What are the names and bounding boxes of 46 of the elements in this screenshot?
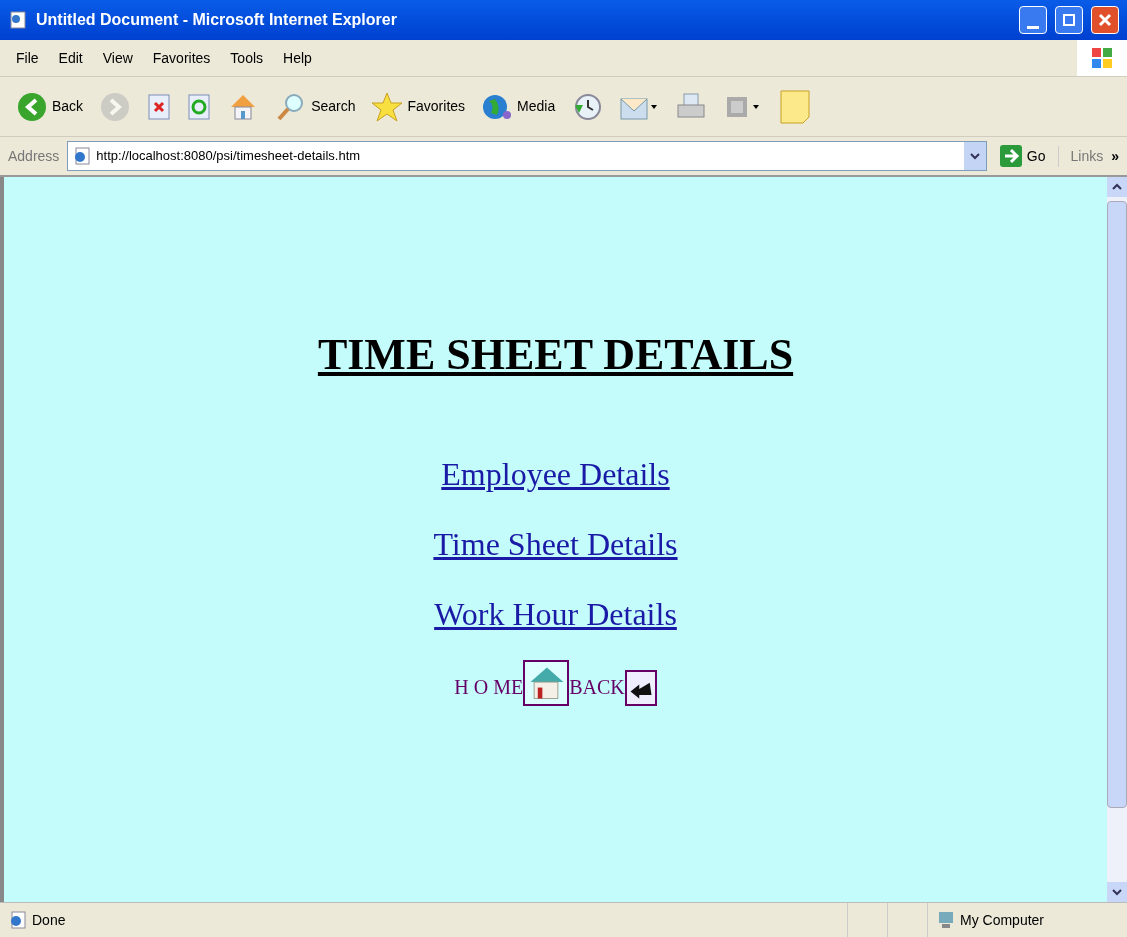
scroll-thumb[interactable] [1107, 201, 1127, 808]
house-icon [523, 660, 570, 706]
arrow-right-icon [998, 144, 1023, 168]
refresh-icon [187, 92, 212, 121]
status-text: Done [32, 910, 66, 930]
close-button[interactable] [1091, 6, 1119, 34]
document-icon [8, 10, 28, 30]
toolbar-button[interactable]: Back [12, 90, 88, 123]
chevron-down-icon [1111, 886, 1123, 898]
maximize-button[interactable] [1055, 6, 1083, 34]
toolbar-button[interactable]: Search [271, 90, 360, 123]
address-label: Address [8, 146, 60, 166]
page-link[interactable]: Time Sheet Details [433, 520, 678, 568]
address-field[interactable]: http://localhost:8080/psi/timesheet-details.htm [67, 141, 987, 171]
zone-text: My Computer [960, 910, 1045, 930]
page-icon [72, 146, 93, 166]
minimize-button[interactable] [1019, 6, 1047, 34]
stop-icon [147, 92, 172, 121]
windows-flag-icon [1090, 46, 1114, 70]
page-heading: TIME SHEET DETAILS [317, 329, 794, 381]
nav-link[interactable]: BACK [569, 670, 657, 706]
go-button[interactable]: Go [994, 144, 1050, 168]
close-icon [1097, 12, 1113, 28]
star-icon [371, 90, 404, 123]
more-button[interactable]: » [1111, 145, 1119, 167]
page-link[interactable]: Employee Details [441, 450, 670, 498]
menu-item[interactable]: Edit [50, 47, 91, 69]
scroll-up-button[interactable] [1107, 177, 1127, 197]
menu-item[interactable]: View [94, 47, 141, 69]
page-link[interactable]: Work Hour Details [434, 590, 677, 638]
url-text: http://localhost:8080/psi/timesheet-details.htm [96, 147, 362, 166]
menu-item[interactable]: Favorites [144, 47, 219, 69]
menu-item[interactable]: File [8, 47, 47, 69]
menu-item[interactable]: Help [275, 47, 320, 69]
computer-icon [936, 910, 956, 930]
links-button[interactable]: Links [1057, 145, 1104, 167]
toolbar-button[interactable]: Media [477, 90, 560, 123]
window-title: Untitled Document - Microsoft Internet Explorer [36, 10, 398, 30]
chevron-down-icon [968, 150, 981, 162]
nav-link[interactable]: H O ME [454, 660, 570, 706]
note-icon [779, 88, 812, 125]
toolbar-button[interactable]: Favorites [367, 90, 470, 123]
dropdown-button[interactable] [963, 142, 986, 170]
menu-item[interactable]: Tools [222, 47, 272, 69]
page-icon [8, 910, 28, 930]
scroll-down-button[interactable] [1107, 882, 1127, 902]
